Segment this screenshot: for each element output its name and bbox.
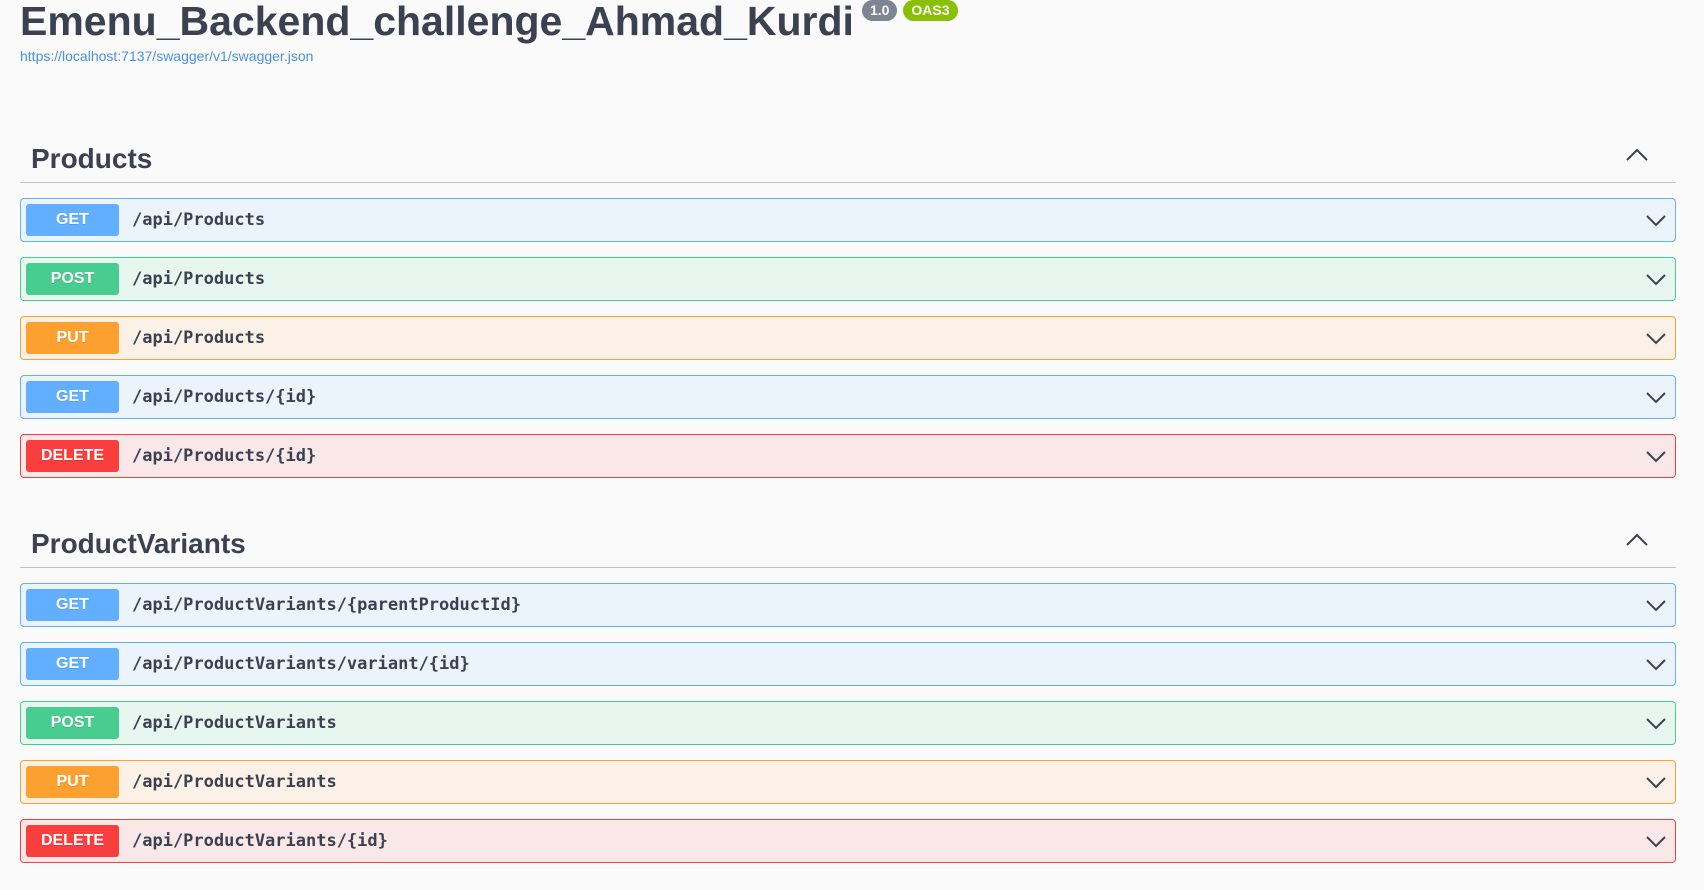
api-info: Emenu_Backend_challenge_Ahmad_Kurdi 1.0 … <box>20 0 958 64</box>
section-product-variants: ProductVariants GET /api/ProductVariants… <box>20 516 1676 863</box>
title-row: Emenu_Backend_challenge_Ahmad_Kurdi 1.0 … <box>20 0 958 42</box>
method-badge: PUT <box>26 766 119 798</box>
method-badge: POST <box>26 263 119 295</box>
method-badge: GET <box>26 589 119 621</box>
chevron-down-icon[interactable] <box>1645 773 1667 791</box>
operation-path: /api/Products <box>132 328 266 348</box>
operation-path: /api/Products <box>132 269 266 289</box>
chevron-down-icon[interactable] <box>1645 655 1667 673</box>
method-badge: DELETE <box>26 825 119 857</box>
section-header-product-variants[interactable]: ProductVariants <box>20 516 1676 568</box>
operation-path: /api/Products <box>132 210 266 230</box>
chevron-up-icon[interactable] <box>1624 530 1650 550</box>
chevron-down-icon[interactable] <box>1645 388 1667 406</box>
operation-path: /api/ProductVariants/{id} <box>132 831 388 851</box>
section-header-products[interactable]: Products <box>20 131 1676 183</box>
operation-delete-product[interactable]: DELETE /api/Products/{id} <box>20 434 1676 478</box>
operation-post-variants[interactable]: POST /api/ProductVariants <box>20 701 1676 745</box>
operation-get-products[interactable]: GET /api/Products <box>20 198 1676 242</box>
method-badge: POST <box>26 707 119 739</box>
swagger-page: Emenu_Backend_challenge_Ahmad_Kurdi 1.0 … <box>0 0 1704 890</box>
chevron-down-icon[interactable] <box>1645 329 1667 347</box>
chevron-down-icon[interactable] <box>1645 211 1667 229</box>
method-badge: PUT <box>26 322 119 354</box>
method-badge: GET <box>26 204 119 236</box>
operation-path: /api/ProductVariants/variant/{id} <box>132 654 470 674</box>
operation-path: /api/ProductVariants/{parentProductId} <box>132 595 521 615</box>
operation-get-product-by-id[interactable]: GET /api/Products/{id} <box>20 375 1676 419</box>
operation-path: /api/ProductVariants <box>132 772 337 792</box>
chevron-up-icon[interactable] <box>1624 145 1650 165</box>
spec-url-link[interactable]: https://localhost:7137/swagger/v1/swagge… <box>20 48 958 64</box>
operation-path: /api/Products/{id} <box>132 446 317 466</box>
chevron-down-icon[interactable] <box>1645 270 1667 288</box>
api-title: Emenu_Backend_challenge_Ahmad_Kurdi <box>20 0 854 44</box>
method-badge: DELETE <box>26 440 119 472</box>
chevron-down-icon[interactable] <box>1645 714 1667 732</box>
operation-post-products[interactable]: POST /api/Products <box>20 257 1676 301</box>
operation-get-variant-by-id[interactable]: GET /api/ProductVariants/variant/{id} <box>20 642 1676 686</box>
operation-get-variants-by-parent[interactable]: GET /api/ProductVariants/{parentProductI… <box>20 583 1676 627</box>
section-title: ProductVariants <box>31 527 246 559</box>
oas-badge: OAS3 <box>903 0 958 21</box>
chevron-down-icon[interactable] <box>1645 832 1667 850</box>
chevron-down-icon[interactable] <box>1645 447 1667 465</box>
operation-delete-variant[interactable]: DELETE /api/ProductVariants/{id} <box>20 819 1676 863</box>
chevron-down-icon[interactable] <box>1645 596 1667 614</box>
section-products: Products GET /api/Products POST /api/Pro… <box>20 131 1676 478</box>
operation-path: /api/ProductVariants <box>132 713 337 733</box>
operation-path: /api/Products/{id} <box>132 387 317 407</box>
method-badge: GET <box>26 381 119 413</box>
section-title: Products <box>31 142 153 174</box>
method-badge: GET <box>26 648 119 680</box>
operation-put-products[interactable]: PUT /api/Products <box>20 316 1676 360</box>
version-badge: 1.0 <box>861 0 898 21</box>
operation-put-variants[interactable]: PUT /api/ProductVariants <box>20 760 1676 804</box>
